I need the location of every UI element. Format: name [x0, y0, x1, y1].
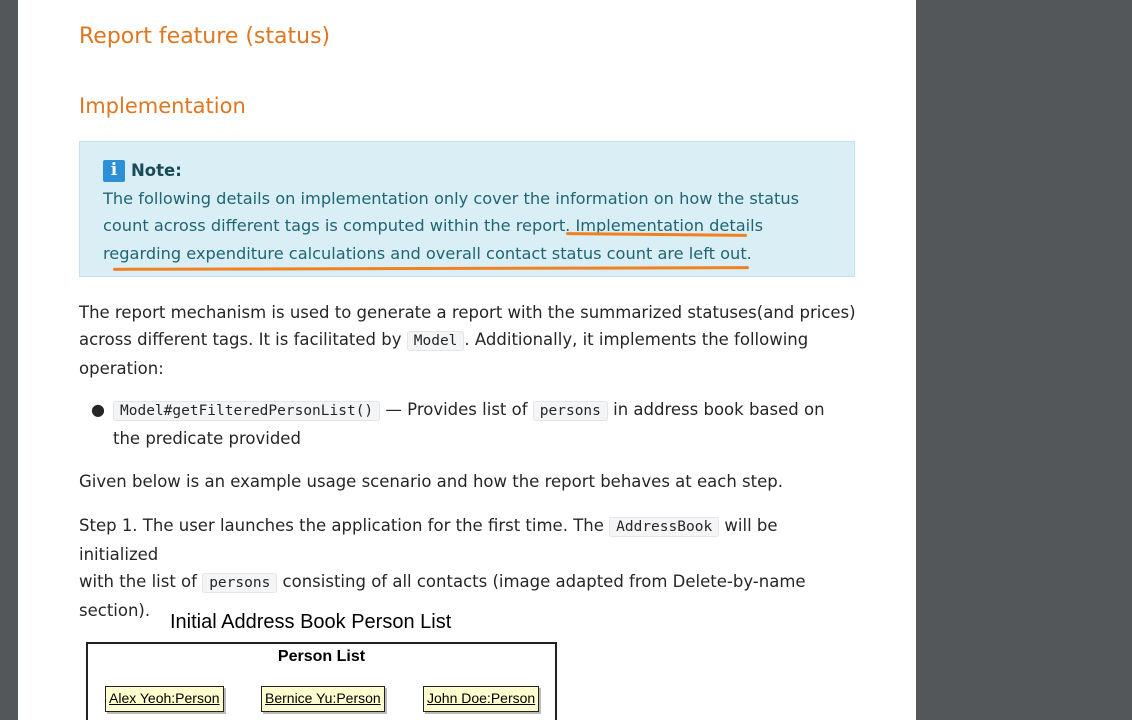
para1-line2-start: across different tags. It is facilitated… — [79, 330, 407, 349]
note-title: Note: — [131, 161, 182, 180]
diagram-object-john: John Doe:Person — [423, 686, 540, 712]
step1-line1-start: Step 1. The user launches the applicatio… — [79, 516, 610, 535]
code-addressbook: AddressBook — [609, 517, 720, 537]
para1-line3: operation: — [79, 359, 164, 378]
op-desc-line2: the predicate provided — [113, 429, 301, 448]
person-list-diagram: Person List Alex Yeoh:Person Bernice Yu:… — [86, 642, 557, 720]
note-header: i Note: — [103, 157, 832, 185]
step1-line3: section). — [79, 601, 151, 620]
code-persons: persons — [532, 401, 608, 421]
note-callout: i Note: The following details on impleme… — [79, 141, 855, 277]
op-desc-end: in address book based on — [607, 400, 825, 419]
diagram-object-bernice: Bernice Yu:Person — [261, 686, 385, 712]
step1-line2-start: with the list of — [79, 572, 203, 591]
operations-list: ● Model#getFilteredPersonList() — Provid… — [79, 396, 857, 452]
para1-line1: The report mechanism is used to generate… — [79, 303, 856, 322]
op-desc-start: — Provides list of — [380, 400, 533, 419]
diagram-object-alex: Alex Yeoh:Person — [105, 686, 224, 712]
code-persons-2: persons — [202, 573, 278, 593]
document-page: Report feature (status) Implementation i… — [18, 0, 916, 720]
paragraph-report-mechanism: The report mechanism is used to generate… — [79, 299, 857, 382]
paragraph-usage-scenario: Given below is an example usage scenario… — [79, 472, 783, 491]
note-line-1: The following details on implementation … — [103, 188, 800, 208]
info-icon: i — [103, 159, 125, 182]
diagram-title: Initial Address Book Person List — [170, 611, 452, 633]
code-model: Model — [406, 331, 465, 351]
para1-line2-end: . Additionally, it implements the follow… — [464, 330, 809, 349]
bullet-icon: ● — [91, 400, 105, 419]
diagram-box-label: Person List — [277, 648, 366, 665]
note-body: The following details on implementation … — [103, 185, 832, 268]
subsection-title: Implementation — [79, 94, 246, 118]
note-line-2-text: count across different tags is computed … — [103, 216, 576, 235]
note-line-3: regarding expenditure calculations and o… — [103, 243, 752, 263]
list-item: ● Model#getFilteredPersonList() — Provid… — [79, 396, 857, 452]
code-get-filtered-person-list: Model#getFilteredPersonList() — [113, 401, 381, 421]
paragraph-step-1: Step 1. The user launches the applicatio… — [79, 512, 857, 624]
section-title: Report feature (status) — [79, 24, 331, 49]
step1-line2-end: consisting of all contacts (image adapte… — [277, 572, 806, 591]
